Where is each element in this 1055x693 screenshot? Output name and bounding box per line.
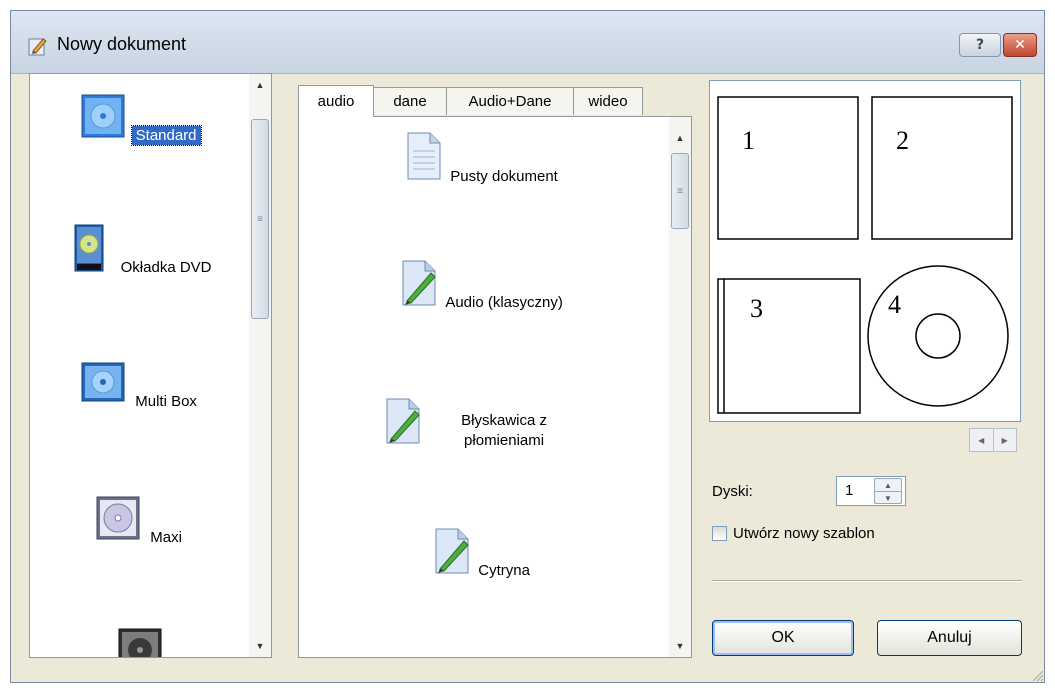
template-item-multibox[interactable]: Multi Box: [30, 358, 250, 411]
scroll-up-arrow-icon[interactable]: ▲: [249, 74, 271, 96]
maxi-disc-icon: [96, 496, 140, 540]
pager-left-arrow-icon[interactable]: ◀: [970, 429, 993, 451]
ok-button[interactable]: OK: [712, 620, 854, 656]
document-item-audio-classic[interactable]: Audio (klasyczny): [299, 257, 659, 313]
document-label: Audio (klasyczny): [445, 294, 563, 311]
preview-pager[interactable]: ◀ ▶: [969, 428, 1017, 452]
new-template-option[interactable]: Utwórz nowy szablon: [712, 525, 875, 542]
document-label: Pusty dokument: [450, 168, 558, 185]
tab-audio[interactable]: audio: [298, 85, 374, 117]
layout-preview-drawing: 1 2 3 4: [717, 96, 1013, 414]
document-pen-icon: [386, 398, 420, 444]
title-bar[interactable]: Nowy dokument ? ✕: [11, 11, 1044, 74]
template-label: Multi Box: [135, 393, 197, 410]
scroll-down-arrow-icon[interactable]: ▼: [669, 635, 691, 657]
tab-audio-dane[interactable]: Audio+Dane: [446, 87, 574, 115]
template-list[interactable]: Standard Okładka DVD Multi Box Maxi ▲ ≡ …: [29, 73, 272, 658]
document-label: Cytryna: [478, 562, 530, 579]
multi-box-icon: [81, 362, 125, 402]
dark-box-icon: [118, 628, 162, 657]
new-template-checkbox[interactable]: [712, 526, 727, 541]
help-button[interactable]: ?: [959, 33, 1001, 57]
template-label: Okładka DVD: [120, 259, 212, 276]
template-label: Maxi: [150, 529, 182, 546]
disks-label: Dyski:: [712, 483, 753, 500]
spin-up-arrow-icon[interactable]: ▲: [875, 479, 901, 491]
layout-preview: 1 2 3 4: [709, 80, 1021, 422]
cd-box-blue-icon: [81, 94, 125, 138]
cancel-button[interactable]: Anuluj: [877, 620, 1022, 656]
document-item-blank[interactable]: Pusty dokument: [299, 131, 659, 187]
separator: [712, 580, 1022, 582]
document-list-scrollbar[interactable]: ▲ ≡ ▼: [669, 117, 691, 657]
scroll-thumb[interactable]: ≡: [671, 153, 689, 229]
close-button[interactable]: ✕: [1003, 33, 1037, 57]
template-item-maxi[interactable]: Maxi: [30, 494, 250, 547]
pager-right-arrow-icon[interactable]: ▶: [992, 429, 1017, 451]
document-list[interactable]: Pusty dokument Audio (klasyczny) Błyskaw…: [298, 116, 692, 658]
template-item-standard[interactable]: Standard: [30, 92, 250, 146]
template-item-dvd[interactable]: Okładka DVD: [30, 224, 250, 277]
tab-wideo[interactable]: wideo: [573, 87, 643, 115]
preview-label-4: 4: [888, 290, 901, 319]
resize-grip-icon[interactable]: [1030, 668, 1044, 682]
preview-label-1: 1: [742, 126, 755, 155]
disks-spinner[interactable]: ▲ ▼: [874, 478, 902, 504]
scroll-down-arrow-icon[interactable]: ▼: [249, 635, 271, 657]
blank-document-icon: [407, 132, 441, 180]
document-label: Błyskawica z płomieniami: [461, 412, 547, 449]
template-list-scrollbar[interactable]: ▲ ≡ ▼: [249, 74, 271, 657]
spin-down-arrow-icon[interactable]: ▼: [875, 491, 901, 504]
document-item-lemon[interactable]: Cytryna: [299, 525, 659, 581]
scroll-thumb[interactable]: ≡: [251, 119, 269, 319]
template-label: Standard: [130, 125, 202, 146]
document-pen-icon: [402, 260, 436, 306]
tab-dane[interactable]: dane: [373, 87, 447, 115]
document-item-lightning[interactable]: Błyskawica z płomieniami: [299, 395, 659, 451]
template-item-dark[interactable]: [30, 626, 250, 657]
document-pen-icon: [435, 528, 469, 574]
preview-label-2: 2: [896, 126, 909, 155]
preview-label-3: 3: [750, 294, 763, 323]
scroll-up-arrow-icon[interactable]: ▲: [669, 127, 691, 149]
dvd-case-icon: [74, 224, 104, 272]
app-icon: [28, 38, 47, 56]
dialog-title: Nowy dokument: [57, 34, 187, 54]
new-template-label: Utwórz nowy szablon: [733, 525, 875, 542]
